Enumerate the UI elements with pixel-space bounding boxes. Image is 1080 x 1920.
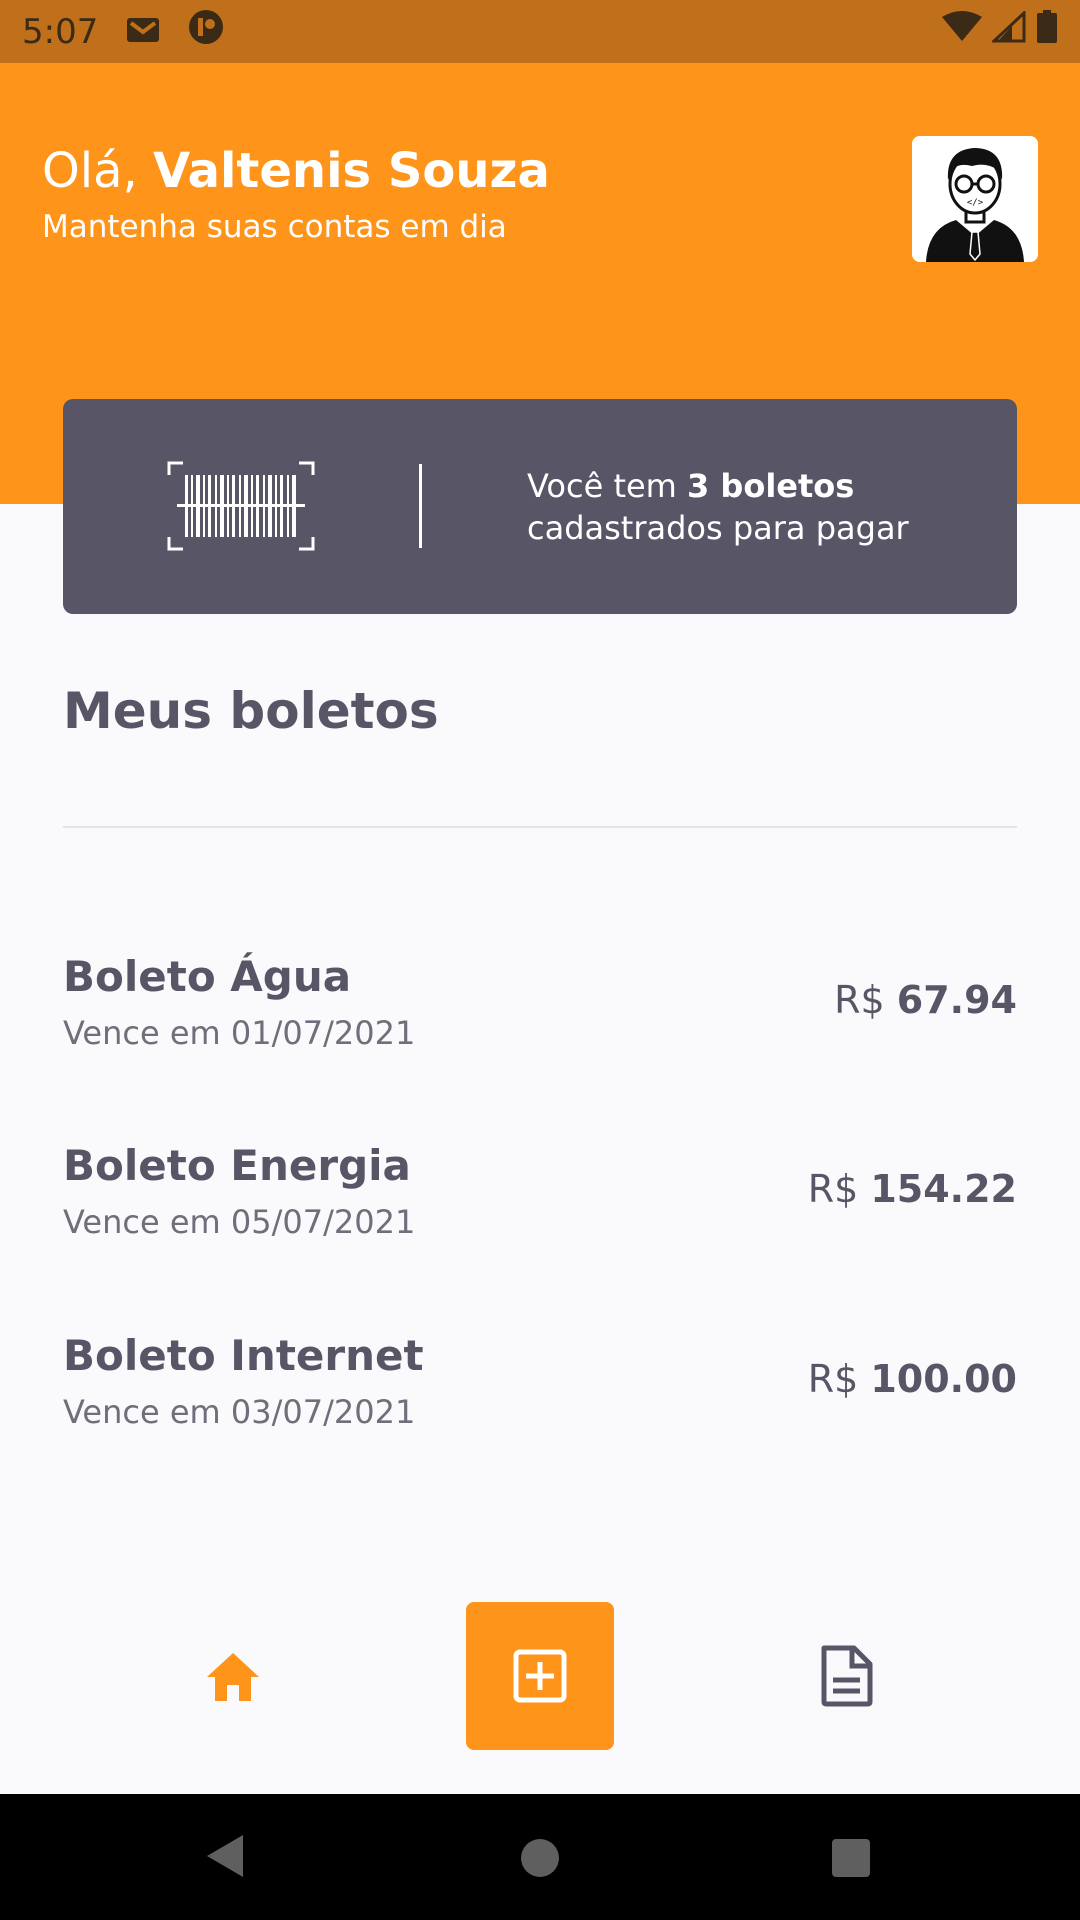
bottom-nav [0, 1580, 1080, 1794]
avatar[interactable]: </> [912, 136, 1038, 262]
signal-icon [990, 9, 1026, 52]
status-bar: 5:07 [0, 0, 1080, 63]
list-item[interactable]: Boleto Energia Vence em 05/07/2021 R$ 15… [63, 1141, 1017, 1261]
document-icon [821, 1645, 873, 1707]
add-boleto-icon [513, 1649, 567, 1703]
nav-home-button[interactable] [203, 1647, 263, 1707]
add-boleto-button[interactable] [466, 1602, 614, 1750]
system-home-icon[interactable] [521, 1839, 559, 1877]
boleto-amount: 67.94 [896, 978, 1017, 1022]
user-name: Valtenis Souza [153, 143, 550, 199]
boleto-due-date: Vence em 01/07/2021 [63, 1014, 416, 1052]
banner-text: Você tem 3 boletos cadastrados para paga… [527, 465, 909, 549]
list-item[interactable]: Boleto Internet Vence em 03/07/2021 R$ 1… [63, 1331, 1017, 1451]
boleto-value: R$ 100.00 [808, 1357, 1017, 1401]
boleto-currency: R$ [834, 978, 897, 1022]
barcode-scan-icon [167, 461, 315, 551]
list-item[interactable]: Boleto Água Vence em 01/07/2021 R$ 67.94 [63, 952, 1017, 1072]
back-icon[interactable] [205, 1833, 245, 1883]
banner-divider [419, 464, 422, 548]
system-nav-bar [0, 1794, 1080, 1920]
banner-text-suffix: cadastrados para pagar [527, 509, 909, 547]
boleto-amount: 154.22 [870, 1167, 1017, 1211]
boleto-value: R$ 67.94 [834, 978, 1017, 1022]
recent-apps-icon[interactable] [832, 1839, 870, 1877]
header-subtitle: Mantenha suas contas em dia [42, 209, 507, 245]
banner-text-prefix: Você tem [527, 467, 688, 505]
section-title: Meus boletos [63, 682, 439, 740]
boleto-name: Boleto Água [63, 952, 352, 1001]
boleto-name: Boleto Energia [63, 1141, 411, 1190]
boleto-amount: 100.00 [870, 1357, 1017, 1401]
status-time: 5:07 [22, 11, 99, 52]
boleto-currency: R$ [807, 1167, 871, 1211]
svg-text:</>: </> [967, 198, 984, 208]
boleto-name: Boleto Internet [63, 1331, 424, 1380]
home-icon [207, 1653, 259, 1701]
boleto-value: R$ 154.22 [808, 1167, 1017, 1211]
boleto-due-date: Vence em 03/07/2021 [63, 1393, 416, 1431]
app-notification-icon [188, 9, 224, 54]
nav-extract-button[interactable] [818, 1644, 874, 1708]
gmail-icon [126, 12, 160, 52]
wifi-icon [942, 11, 982, 52]
boletos-summary-card: Você tem 3 boletos cadastrados para paga… [63, 399, 1017, 614]
greeting: Olá, Valtenis Souza [42, 143, 550, 199]
boleto-due-date: Vence em 05/07/2021 [63, 1203, 416, 1241]
boleto-currency: R$ [807, 1357, 871, 1401]
developer-avatar-icon: </> [912, 136, 1038, 262]
greeting-prefix: Olá, [42, 143, 154, 199]
battery-icon [1036, 10, 1058, 53]
boletos-count: 3 boletos [687, 467, 855, 505]
section-divider [63, 826, 1017, 828]
